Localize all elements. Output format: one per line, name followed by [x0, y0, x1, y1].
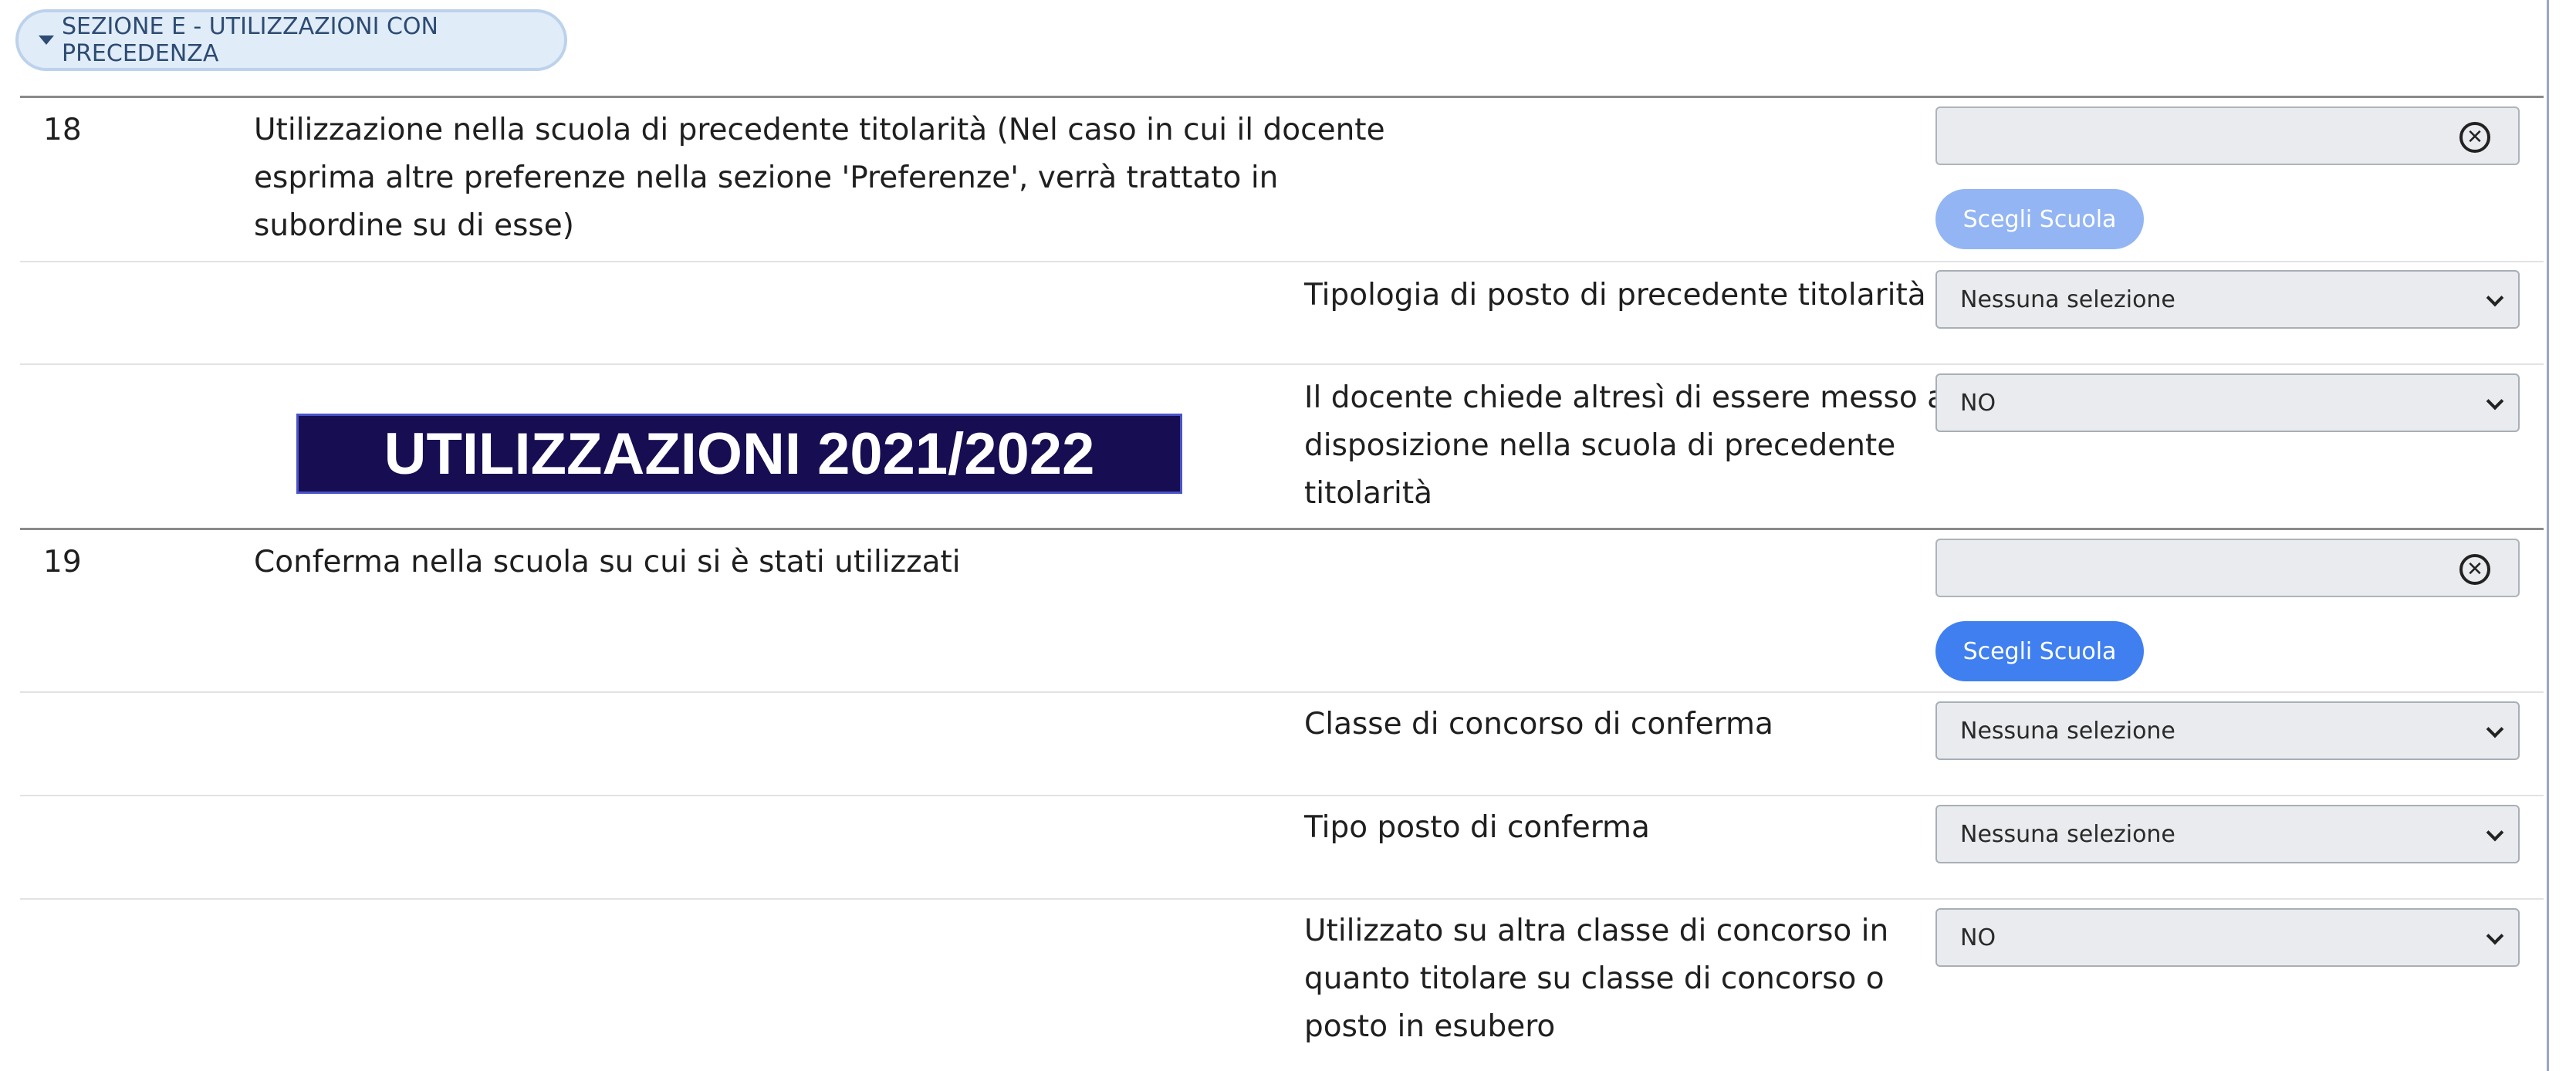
clear-circle-icon[interactable]: ✕ — [2459, 554, 2490, 585]
row-divider — [20, 795, 2544, 796]
item-18-description-line-3: subordine su di esse) — [254, 208, 574, 243]
row-divider — [20, 898, 2544, 900]
chevron-down-icon — [2486, 720, 2504, 738]
row-divider — [20, 363, 2544, 365]
classe-concorso-label: Classe di concorso di conferma — [1304, 707, 1773, 742]
item-18-choose-school-button[interactable]: Scegli Scuola — [1935, 189, 2144, 249]
altra-classe-label-line-2: quanto titolare su classe di concorso o — [1304, 961, 1885, 996]
tipologia-posto-select[interactable]: Nessuna selezione — [1935, 270, 2520, 329]
altra-classe-label-line-3: posto in esubero — [1304, 1009, 1556, 1044]
item-18-description-line-1: Utilizzazione nella scuola di precedente… — [254, 113, 1385, 147]
classe-concorso-value: Nessuna selezione — [1960, 717, 2175, 745]
chevron-down-icon — [2486, 392, 2504, 410]
tipologia-posto-value: Nessuna selezione — [1960, 285, 2175, 313]
chevron-down-icon — [2486, 927, 2504, 945]
item-18-description: Utilizzazione nella scuola di precedente… — [254, 106, 1385, 250]
disposizione-label-line-1: Il docente chiede altresì di essere mess… — [1304, 380, 1946, 415]
chevron-down-icon — [2486, 823, 2504, 842]
tipo-posto-select[interactable]: Nessuna selezione — [1935, 805, 2520, 863]
utilizzazioni-banner: UTILIZZAZIONI 2021/2022 — [296, 414, 1182, 494]
row-divider — [20, 691, 2544, 693]
disposizione-label-line-3: titolarità — [1304, 476, 1433, 511]
item-19-description: Conferma nella scuola su cui si è stati … — [254, 545, 961, 579]
section-title: SEZIONE E - UTILIZZAZIONI CON PRECEDENZA — [62, 13, 438, 67]
altra-classe-select[interactable]: NO — [1935, 908, 2520, 967]
tipologia-posto-label: Tipologia di posto di precedente titolar… — [1304, 278, 1926, 313]
section-divider — [20, 528, 2544, 530]
altra-classe-label: Utilizzato su altra classe di concorso i… — [1304, 907, 1888, 1051]
tipo-posto-label: Tipo posto di conferma — [1304, 810, 1650, 845]
disposizione-select[interactable]: NO — [1935, 373, 2520, 432]
item-19-number: 19 — [43, 545, 82, 579]
row-divider — [20, 261, 2544, 262]
disposizione-label: Il docente chiede altresì di essere mess… — [1304, 374, 1946, 518]
disposizione-label-line-2: disposizione nella scuola di precedente — [1304, 428, 1896, 463]
classe-concorso-select[interactable]: Nessuna selezione — [1935, 701, 2520, 760]
item-18-description-line-2: esprima altre preferenze nella sezione '… — [254, 160, 1279, 195]
chevron-down-icon — [2486, 289, 2504, 307]
page-scrollbar-edge — [2547, 0, 2549, 1071]
altra-classe-label-line-1: Utilizzato su altra classe di concorso i… — [1304, 914, 1889, 948]
section-e-toggle[interactable]: SEZIONE E - UTILIZZAZIONI CON PRECEDENZA — [15, 9, 567, 71]
item-18-number: 18 — [43, 113, 82, 147]
section-divider — [20, 96, 2544, 98]
disposizione-value: NO — [1960, 389, 1996, 417]
tipo-posto-value: Nessuna selezione — [1960, 820, 2175, 848]
item-19-choose-school-button[interactable]: Scegli Scuola — [1935, 621, 2144, 681]
clear-circle-icon[interactable]: ✕ — [2459, 122, 2490, 153]
caret-down-icon — [39, 35, 54, 45]
altra-classe-value: NO — [1960, 924, 1996, 951]
item-18-school-field[interactable]: ✕ — [1935, 106, 2520, 165]
item-19-school-field[interactable]: ✕ — [1935, 539, 2520, 597]
